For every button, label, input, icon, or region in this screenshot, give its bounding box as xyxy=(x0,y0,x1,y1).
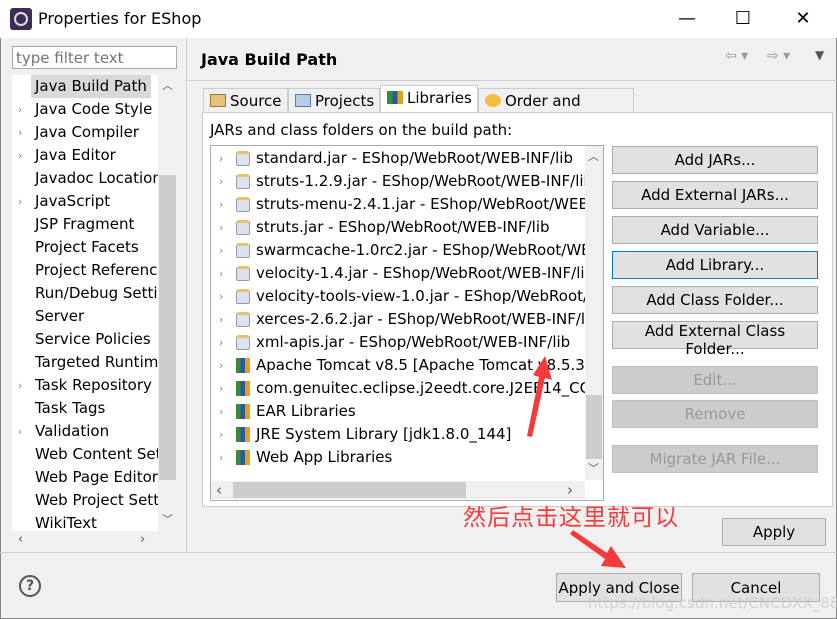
arrow-up-icon xyxy=(527,356,552,437)
arrow-down-icon xyxy=(570,530,626,568)
watermark: https://blog.csdn.net/CNCDXX_88 xyxy=(588,594,837,612)
annotation-arrows xyxy=(527,356,626,568)
